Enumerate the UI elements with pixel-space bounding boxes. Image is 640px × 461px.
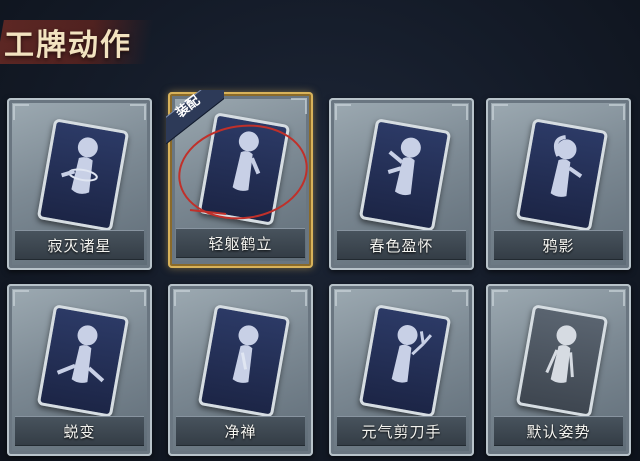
card-label: 蜕变 — [63, 423, 96, 441]
card-ornament — [335, 104, 351, 120]
card-pose-1[interactable]: 寂灭诸星 — [7, 98, 152, 270]
card-label: 春色盈怀 — [369, 237, 434, 255]
card-ornament — [291, 98, 307, 114]
card-ornament — [609, 290, 625, 306]
card-ornament — [452, 290, 468, 306]
card-grid: 寂灭诸星 装配 轻躯鹤立 春色盈怀 鸦影 蜕变 净禅 元气剪刀手 默认姿势 — [0, 0, 640, 461]
silhouette-pose-icon — [358, 304, 452, 418]
card-ornament — [130, 104, 146, 120]
card-label-plate: 鸦影 — [494, 230, 623, 260]
card-ornament — [130, 290, 146, 306]
card-pose-5[interactable]: 蜕变 — [7, 284, 152, 456]
card-pose-4[interactable]: 鸦影 — [486, 98, 631, 270]
card-ornament — [609, 104, 625, 120]
card-pose-7[interactable]: 元气剪刀手 — [329, 284, 474, 456]
card-label-plate: 默认姿势 — [494, 416, 623, 446]
card-pose-6[interactable]: 净禅 — [168, 284, 313, 456]
card-ornament — [492, 104, 508, 120]
silhouette-pose-icon — [36, 304, 130, 418]
card-label-plate: 春色盈怀 — [337, 230, 466, 260]
silhouette-pose-icon — [515, 304, 609, 418]
card-ornament — [13, 104, 29, 120]
card-label-plate: 蜕变 — [15, 416, 144, 446]
silhouette-pose-icon — [36, 118, 130, 232]
card-label-plate: 净禅 — [176, 416, 305, 446]
card-label-plate: 寂灭诸星 — [15, 230, 144, 260]
card-label-plate: 元气剪刀手 — [337, 416, 466, 446]
card-label: 净禅 — [224, 423, 257, 441]
equipped-badge: 装配 — [166, 90, 224, 148]
silhouette-pose-icon — [197, 304, 291, 418]
card-label: 轻躯鹤立 — [208, 235, 273, 253]
silhouette-pose-icon — [515, 118, 609, 232]
card-label: 元气剪刀手 — [361, 423, 442, 441]
card-pose-3[interactable]: 春色盈怀 — [329, 98, 474, 270]
card-label: 寂灭诸星 — [47, 237, 112, 255]
card-label: 鸦影 — [542, 237, 575, 255]
silhouette-pose-icon — [358, 118, 452, 232]
card-ornament — [492, 290, 508, 306]
card-pose-8[interactable]: 默认姿势 — [486, 284, 631, 456]
card-ornament — [291, 290, 307, 306]
card-ornament — [174, 290, 190, 306]
card-label-plate: 轻躯鹤立 — [176, 228, 305, 258]
card-label: 默认姿势 — [526, 423, 591, 441]
card-ornament — [335, 290, 351, 306]
card-ornament — [13, 290, 29, 306]
card-ornament — [452, 104, 468, 120]
card-pose-2[interactable]: 装配 轻躯鹤立 — [166, 90, 313, 268]
